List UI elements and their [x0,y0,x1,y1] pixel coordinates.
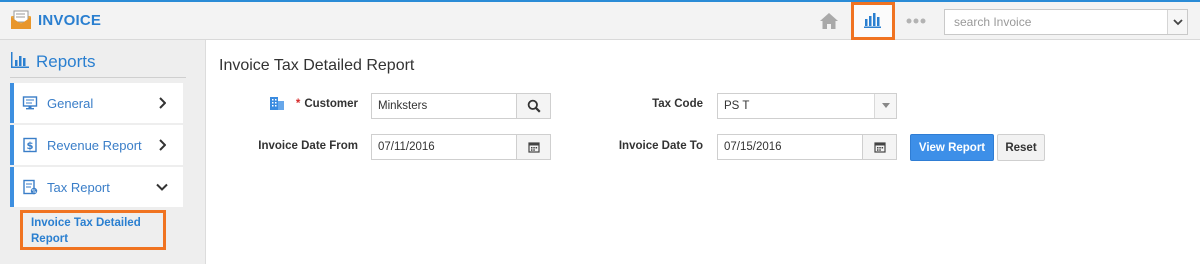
sidebar-item-general[interactable]: General [10,83,183,123]
sidebar: Reports General $ Revenue Report % Tax R… [0,40,206,264]
sidebar-item-label: Revenue Report [47,137,142,153]
invoice-envelope-icon [10,10,32,30]
sidebar-subitem-label: Invoice Tax Detailed Report [31,217,141,245]
sidebar-item-tax-report[interactable]: % Tax Report [10,167,183,207]
sidebar-item-label: General [47,95,94,111]
search-invoice-field[interactable] [944,9,1188,35]
calendar-icon[interactable] [862,135,896,159]
revenue-icon: $ [22,137,38,153]
dropdown-arrow-icon[interactable] [874,94,896,118]
customer-label: Customer [304,98,358,110]
sidebar-item-revenue-report[interactable]: $ Revenue Report [10,125,183,165]
chevron-down-icon[interactable] [1167,10,1187,34]
svg-text:%: % [32,189,37,195]
chevron-right-icon [151,137,173,153]
monitor-icon [22,95,38,111]
reports-chart-icon [10,51,30,74]
customer-field[interactable] [371,93,551,119]
bar-chart-icon [863,9,883,34]
reports-chart-button[interactable] [851,2,895,40]
required-marker: * [295,98,301,110]
sidebar-heading: Reports [10,50,96,74]
date-to-label: Invoice Date To [618,140,703,152]
app-brand[interactable]: INVOICE [10,8,101,32]
search-icon[interactable] [516,94,550,118]
customer-label-group: * Customer [270,97,358,110]
tax-code-value[interactable] [718,94,874,118]
sidebar-heading-label: Reports [36,52,96,71]
date-from-label: Invoice Date From [258,140,358,152]
customer-input[interactable] [372,94,516,118]
sidebar-divider [10,77,186,78]
sidebar-item-label: Tax Report [47,179,110,195]
view-report-button[interactable]: View Report [910,134,994,161]
building-icon [268,95,286,114]
tax-icon: % [22,179,38,195]
date-from-field[interactable] [371,134,551,160]
svg-text:$: $ [27,141,34,152]
tax-code-select[interactable] [717,93,897,119]
calendar-icon[interactable] [516,135,550,159]
date-from-input[interactable] [372,135,516,159]
tax-code-label: Tax Code [652,98,703,110]
date-to-input[interactable] [718,135,862,159]
chevron-down-icon [151,179,173,195]
search-input[interactable] [945,10,1167,34]
app-title: INVOICE [38,11,102,29]
chevron-right-icon [151,95,173,111]
more-dots-icon[interactable] [905,12,927,30]
reset-button[interactable]: Reset [997,134,1045,161]
sidebar-subitem-invoice-tax-detailed-report[interactable]: Invoice Tax Detailed Report [20,210,166,250]
home-icon[interactable] [818,10,840,32]
date-to-field[interactable] [717,134,897,160]
page-title: Invoice Tax Detailed Report [219,57,415,74]
top-bar: INVOICE [0,0,1200,40]
